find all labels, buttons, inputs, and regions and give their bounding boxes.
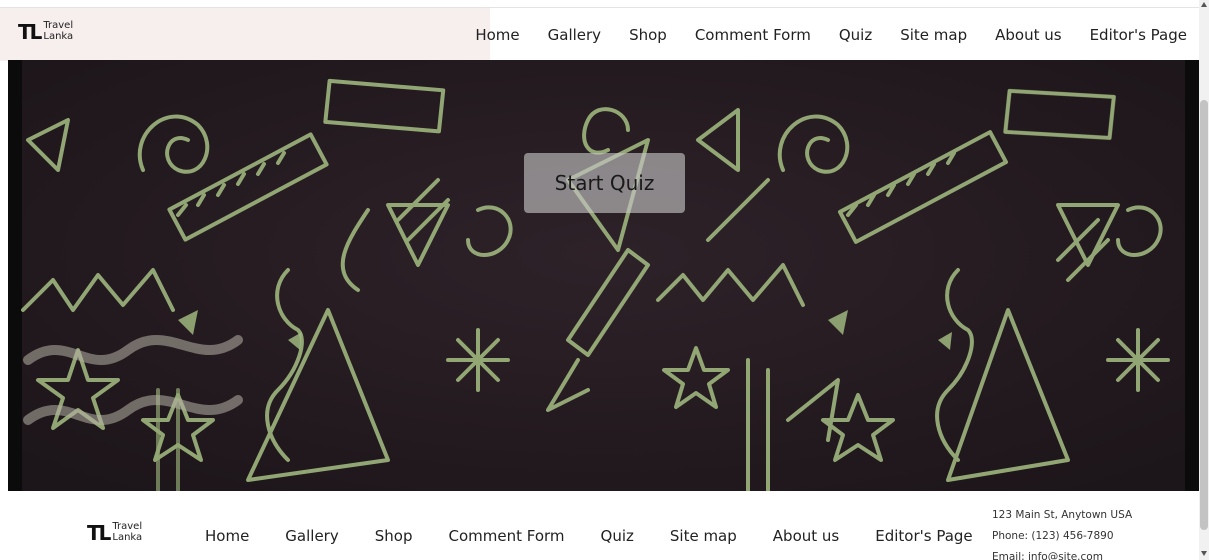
footer-logo-text: Travel Lanka: [112, 521, 143, 543]
nav-quiz[interactable]: Quiz: [839, 26, 872, 44]
logo-mark: TL: [18, 19, 42, 44]
logo-text: Travel Lanka: [43, 20, 74, 42]
logo-line-2: Lanka: [43, 30, 74, 42]
footer-logo-mark: TL: [87, 520, 111, 545]
logo-line-1: Travel: [43, 20, 74, 31]
page-scrollbar[interactable]: [1199, 0, 1209, 560]
nav-site-map[interactable]: Site map: [900, 26, 967, 44]
footer-nav-home[interactable]: Home: [205, 527, 249, 545]
scroll-down-arrow-icon[interactable]: [1201, 551, 1207, 556]
nav-gallery[interactable]: Gallery: [548, 26, 601, 44]
top-navbar: TL Travel Lanka Home Gallery Shop Commen…: [0, 7, 1199, 61]
scroll-up-arrow-icon[interactable]: [1201, 2, 1207, 7]
doodle-background: [21, 60, 1185, 491]
footer-nav-about-us[interactable]: About us: [773, 527, 839, 545]
brand-area: [0, 8, 490, 61]
nav-shop[interactable]: Shop: [629, 26, 667, 44]
footer-logo-line-2: Lanka: [112, 531, 143, 543]
footer-nav-quiz[interactable]: Quiz: [601, 527, 634, 545]
contact-address: 123 Main St, Anytown USA: [992, 509, 1133, 521]
contact-info: 123 Main St, Anytown USA Phone: (123) 45…: [992, 505, 1132, 560]
footer: TL Travel Lanka Home Gallery Shop Commen…: [0, 491, 1199, 560]
site-logo[interactable]: TL Travel Lanka: [18, 19, 74, 44]
footer-nav: Home Gallery Shop Comment Form Quiz Site…: [205, 527, 1009, 545]
footer-nav-editors-page[interactable]: Editor's Page: [875, 527, 972, 545]
nav-about-us[interactable]: About us: [995, 26, 1061, 44]
contact-phone: Phone: (123) 456-7890: [992, 530, 1114, 542]
footer-nav-site-map[interactable]: Site map: [670, 527, 737, 545]
footer-nav-shop[interactable]: Shop: [375, 527, 413, 545]
contact-email: Email: info@site.com: [992, 551, 1103, 560]
footer-logo[interactable]: TL Travel Lanka: [87, 520, 143, 545]
nav-comment-form[interactable]: Comment Form: [695, 26, 811, 44]
nav-home[interactable]: Home: [475, 26, 519, 44]
quiz-hero: Start Quiz: [8, 60, 1199, 491]
footer-nav-gallery[interactable]: Gallery: [285, 527, 338, 545]
main-nav: Home Gallery Shop Comment Form Quiz Site…: [447, 8, 1199, 61]
scroll-thumb[interactable]: [1200, 100, 1208, 530]
quiz-page: TL Travel Lanka Home Gallery Shop Commen…: [0, 0, 1209, 560]
footer-logo-line-1: Travel: [112, 521, 143, 532]
footer-nav-comment-form[interactable]: Comment Form: [448, 527, 564, 545]
nav-editors-page[interactable]: Editor's Page: [1090, 26, 1187, 44]
start-quiz-button[interactable]: Start Quiz: [524, 153, 685, 213]
